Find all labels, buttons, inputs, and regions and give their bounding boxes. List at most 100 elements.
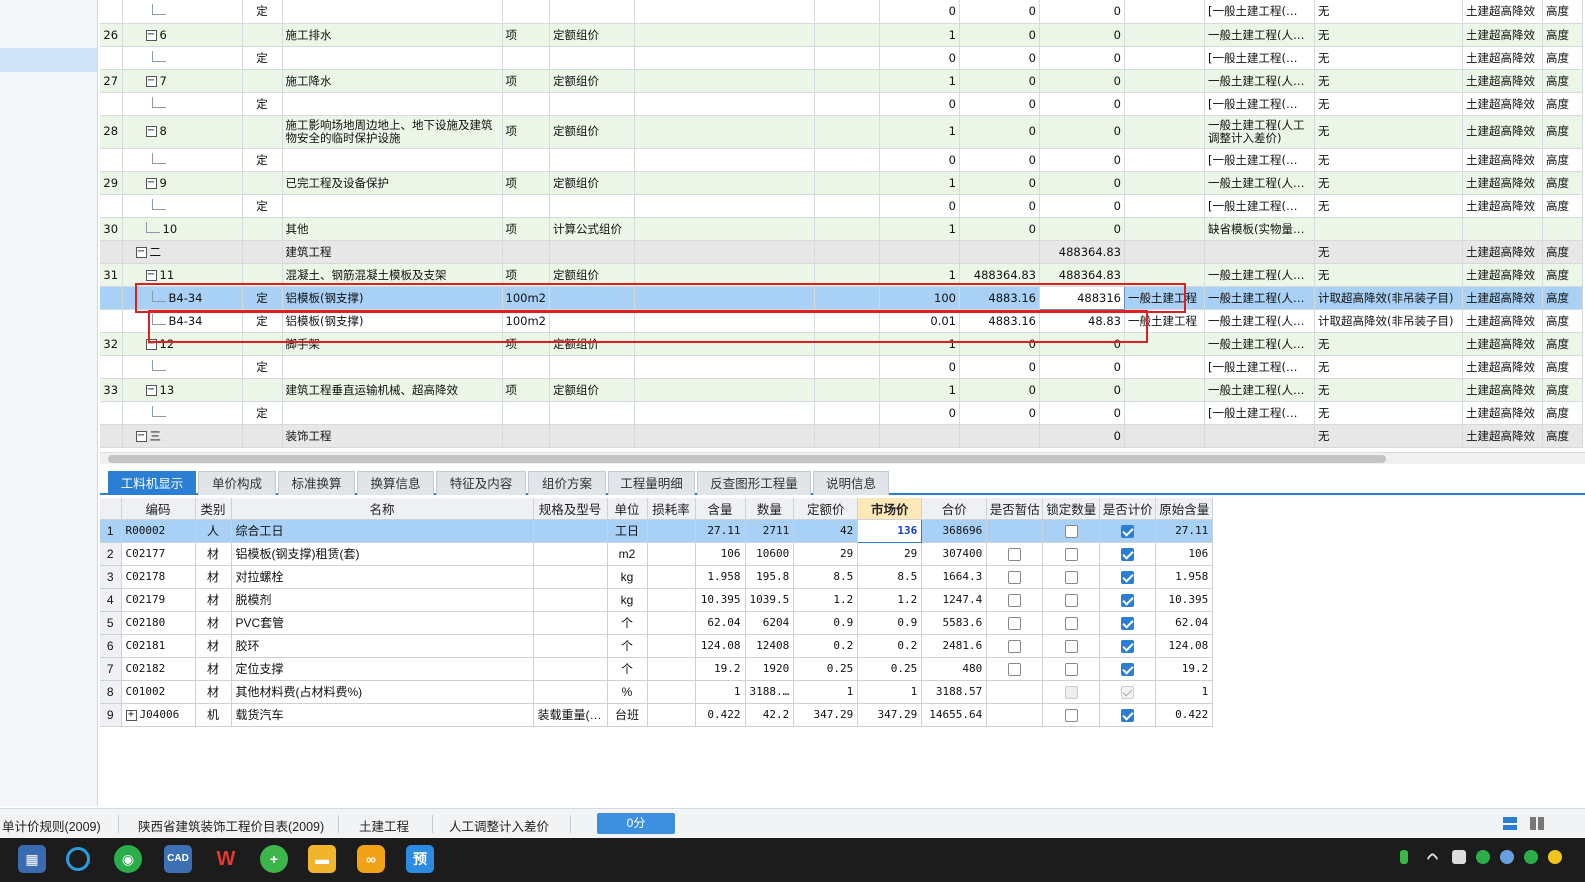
row-index[interactable] <box>100 424 123 448</box>
item-type-cell[interactable] <box>242 332 283 356</box>
provisional-checkbox[interactable] <box>1008 639 1022 653</box>
total-price-cell[interactable]: 488316 <box>1038 285 1125 310</box>
lock-quantity-checkbox[interactable] <box>1064 639 1078 653</box>
resource-row[interactable]: 4 C02179 材脱模剂 kg 10.395 1039.5 1.2 1.2 1247.4 10.… <box>100 588 1214 612</box>
fee-template-cell[interactable]: [一般土建工程(… <box>1204 46 1315 70</box>
quantity-cell[interactable]: 0 <box>879 148 960 172</box>
pricing-method-cell[interactable]: 定额组价 <box>549 263 635 287</box>
pricing-method-cell[interactable] <box>549 0 635 24</box>
item-name-cell[interactable] <box>282 148 503 172</box>
empty-cell[interactable] <box>814 46 880 70</box>
content-cell[interactable]: 62.04 <box>695 611 746 635</box>
item-name-cell[interactable]: 施工降水 <box>282 69 503 93</box>
item-row[interactable]: 定 0 0 0 [一般土建工程(… 无土建超高降效 高度 <box>100 194 1583 218</box>
item-unit-cell[interactable] <box>502 424 550 448</box>
row-index[interactable] <box>100 0 123 24</box>
pricing-method-cell[interactable] <box>549 240 635 264</box>
pricing-method-cell[interactable] <box>549 401 635 425</box>
quantity-cell[interactable]: 2711 <box>745 519 795 543</box>
discipline-cell[interactable] <box>1124 23 1205 47</box>
item-type-cell[interactable] <box>242 424 283 448</box>
total-cell[interactable]: 2481.6 <box>921 634 988 658</box>
unit-price-cell[interactable]: 0 <box>959 171 1040 195</box>
pricing-app-icon[interactable]: 预 <box>406 845 434 873</box>
pricing-method-cell[interactable]: 定额组价 <box>549 23 635 47</box>
column-header[interactable]: 锁定数量 <box>1042 498 1101 520</box>
resource-type-cell[interactable]: 材 <box>195 565 232 589</box>
item-unit-cell[interactable] <box>502 355 550 379</box>
total-price-cell[interactable]: 488364.83 <box>1039 263 1125 287</box>
item-unit-cell[interactable] <box>502 194 550 218</box>
item-row[interactable]: 32−12 脚手架项定额组价 1 0 0 一般土建工程(人… 无土建超高降效 高度 <box>100 332 1583 356</box>
tab-3[interactable]: 换算信息 <box>357 471 434 495</box>
item-row[interactable]: 30 10 其他项计算公式组价 1 0 0 缺省模板(实物量… <box>100 217 1583 241</box>
quantity-cell[interactable]: 3188.… <box>745 680 795 704</box>
item-code-cell[interactable]: −13 <box>122 378 243 402</box>
empty-cell[interactable] <box>814 240 880 264</box>
item-type-cell[interactable] <box>242 240 283 264</box>
unit-cell[interactable]: kg <box>607 565 648 589</box>
elevation-fee-cell[interactable]: 土建超高降效 <box>1462 309 1543 333</box>
original-content-cell[interactable]: 19.2 <box>1155 657 1214 681</box>
row-index[interactable] <box>100 46 123 70</box>
total-price-cell[interactable]: 0 <box>1039 355 1125 379</box>
content-cell[interactable]: 1.958 <box>695 565 746 589</box>
item-type-cell[interactable] <box>242 69 283 93</box>
tray-network-icon[interactable] <box>1500 850 1514 864</box>
resource-type-cell[interactable]: 材 <box>195 634 232 658</box>
row-number[interactable]: 6 <box>100 634 122 658</box>
item-row[interactable]: 31−11 混凝土、钢筋混凝土模板及支架项定额组价 1 488364.83 488364… <box>100 263 1583 287</box>
empty-cell[interactable] <box>814 309 880 333</box>
total-price-cell[interactable]: 0 <box>1039 424 1125 448</box>
pricing-method-cell[interactable]: 计算公式组价 <box>549 217 635 241</box>
height-cell[interactable]: 高度 <box>1542 23 1583 47</box>
scrollbar-thumb[interactable] <box>108 455 1386 463</box>
fee-template-cell[interactable]: 一般土建工程(人… <box>1204 332 1315 356</box>
elevation-fee-cell[interactable]: 土建超高降效 <box>1462 148 1543 172</box>
discipline-cell[interactable] <box>1124 0 1205 24</box>
empty-cell[interactable] <box>814 69 880 93</box>
discipline-cell[interactable] <box>1124 378 1205 402</box>
loss-rate-cell[interactable] <box>647 680 696 704</box>
view-split-icon[interactable] <box>1528 815 1546 832</box>
height-cell[interactable]: 高度 <box>1542 401 1583 425</box>
empty-cell[interactable] <box>634 240 815 264</box>
resource-name-cell[interactable]: 定位支撑 <box>231 657 534 681</box>
elevation-rule-cell[interactable]: 计取超高降效(非吊装子目) <box>1314 309 1463 333</box>
item-name-cell[interactable] <box>282 92 503 116</box>
quantity-cell[interactable]: 1 <box>879 332 960 356</box>
empty-cell[interactable] <box>634 46 815 70</box>
elevation-rule-cell[interactable]: 无 <box>1314 0 1463 24</box>
total-price-cell[interactable]: 0 <box>1039 0 1125 24</box>
column-header[interactable]: 含量 <box>695 498 746 520</box>
pricing-method-cell[interactable]: 定额组价 <box>549 115 635 149</box>
empty-cell[interactable] <box>814 355 880 379</box>
height-cell[interactable]: 高度 <box>1542 286 1583 310</box>
item-code-cell[interactable]: − 三 <box>122 424 243 448</box>
quota-price-cell[interactable]: 8.5 <box>793 565 859 589</box>
quantity-cell[interactable]: 0.01 <box>879 309 960 333</box>
item-row[interactable]: 33−13 建筑工程垂直运输机械、超高降效项定额组价 1 0 0 一般土建工程(人… 无土建… <box>100 378 1583 402</box>
total-price-cell[interactable]: 48.83 <box>1039 309 1125 333</box>
collapse-toggle-icon[interactable]: − <box>145 177 157 189</box>
elevation-fee-cell[interactable]: 土建超高降效 <box>1462 0 1543 24</box>
resource-code-cell[interactable]: C01002 <box>121 680 196 704</box>
column-header[interactable]: 是否暂估 <box>986 498 1044 520</box>
resource-row[interactable]: 7 C02182 材定位支撑个 19.2 1920 0.25 0.25 480 19.2 <box>100 657 1214 681</box>
loss-rate-cell[interactable] <box>647 634 696 658</box>
item-row[interactable]: − 二 建筑工程 488364.83 无土建超高降效 高度 <box>100 240 1583 264</box>
empty-cell[interactable] <box>814 424 880 448</box>
height-cell[interactable]: 高度 <box>1542 240 1583 264</box>
empty-cell[interactable] <box>634 69 815 93</box>
elevation-rule-cell[interactable]: 无 <box>1314 69 1463 93</box>
discipline-cell[interactable]: 一般土建工程 <box>1124 309 1205 333</box>
quota-price-cell[interactable]: 0.9 <box>793 611 859 635</box>
unit-price-cell[interactable]: 4883.16 <box>959 309 1040 333</box>
elevation-fee-cell[interactable]: 土建超高降效 <box>1462 115 1543 149</box>
quantity-cell[interactable]: 100 <box>879 286 960 310</box>
resource-type-cell[interactable]: 材 <box>195 542 232 566</box>
unit-cell[interactable]: 个 <box>607 611 648 635</box>
column-header[interactable]: 编码 <box>121 498 196 520</box>
item-name-cell[interactable]: 施工排水 <box>282 23 503 47</box>
loss-rate-cell[interactable] <box>647 565 696 589</box>
